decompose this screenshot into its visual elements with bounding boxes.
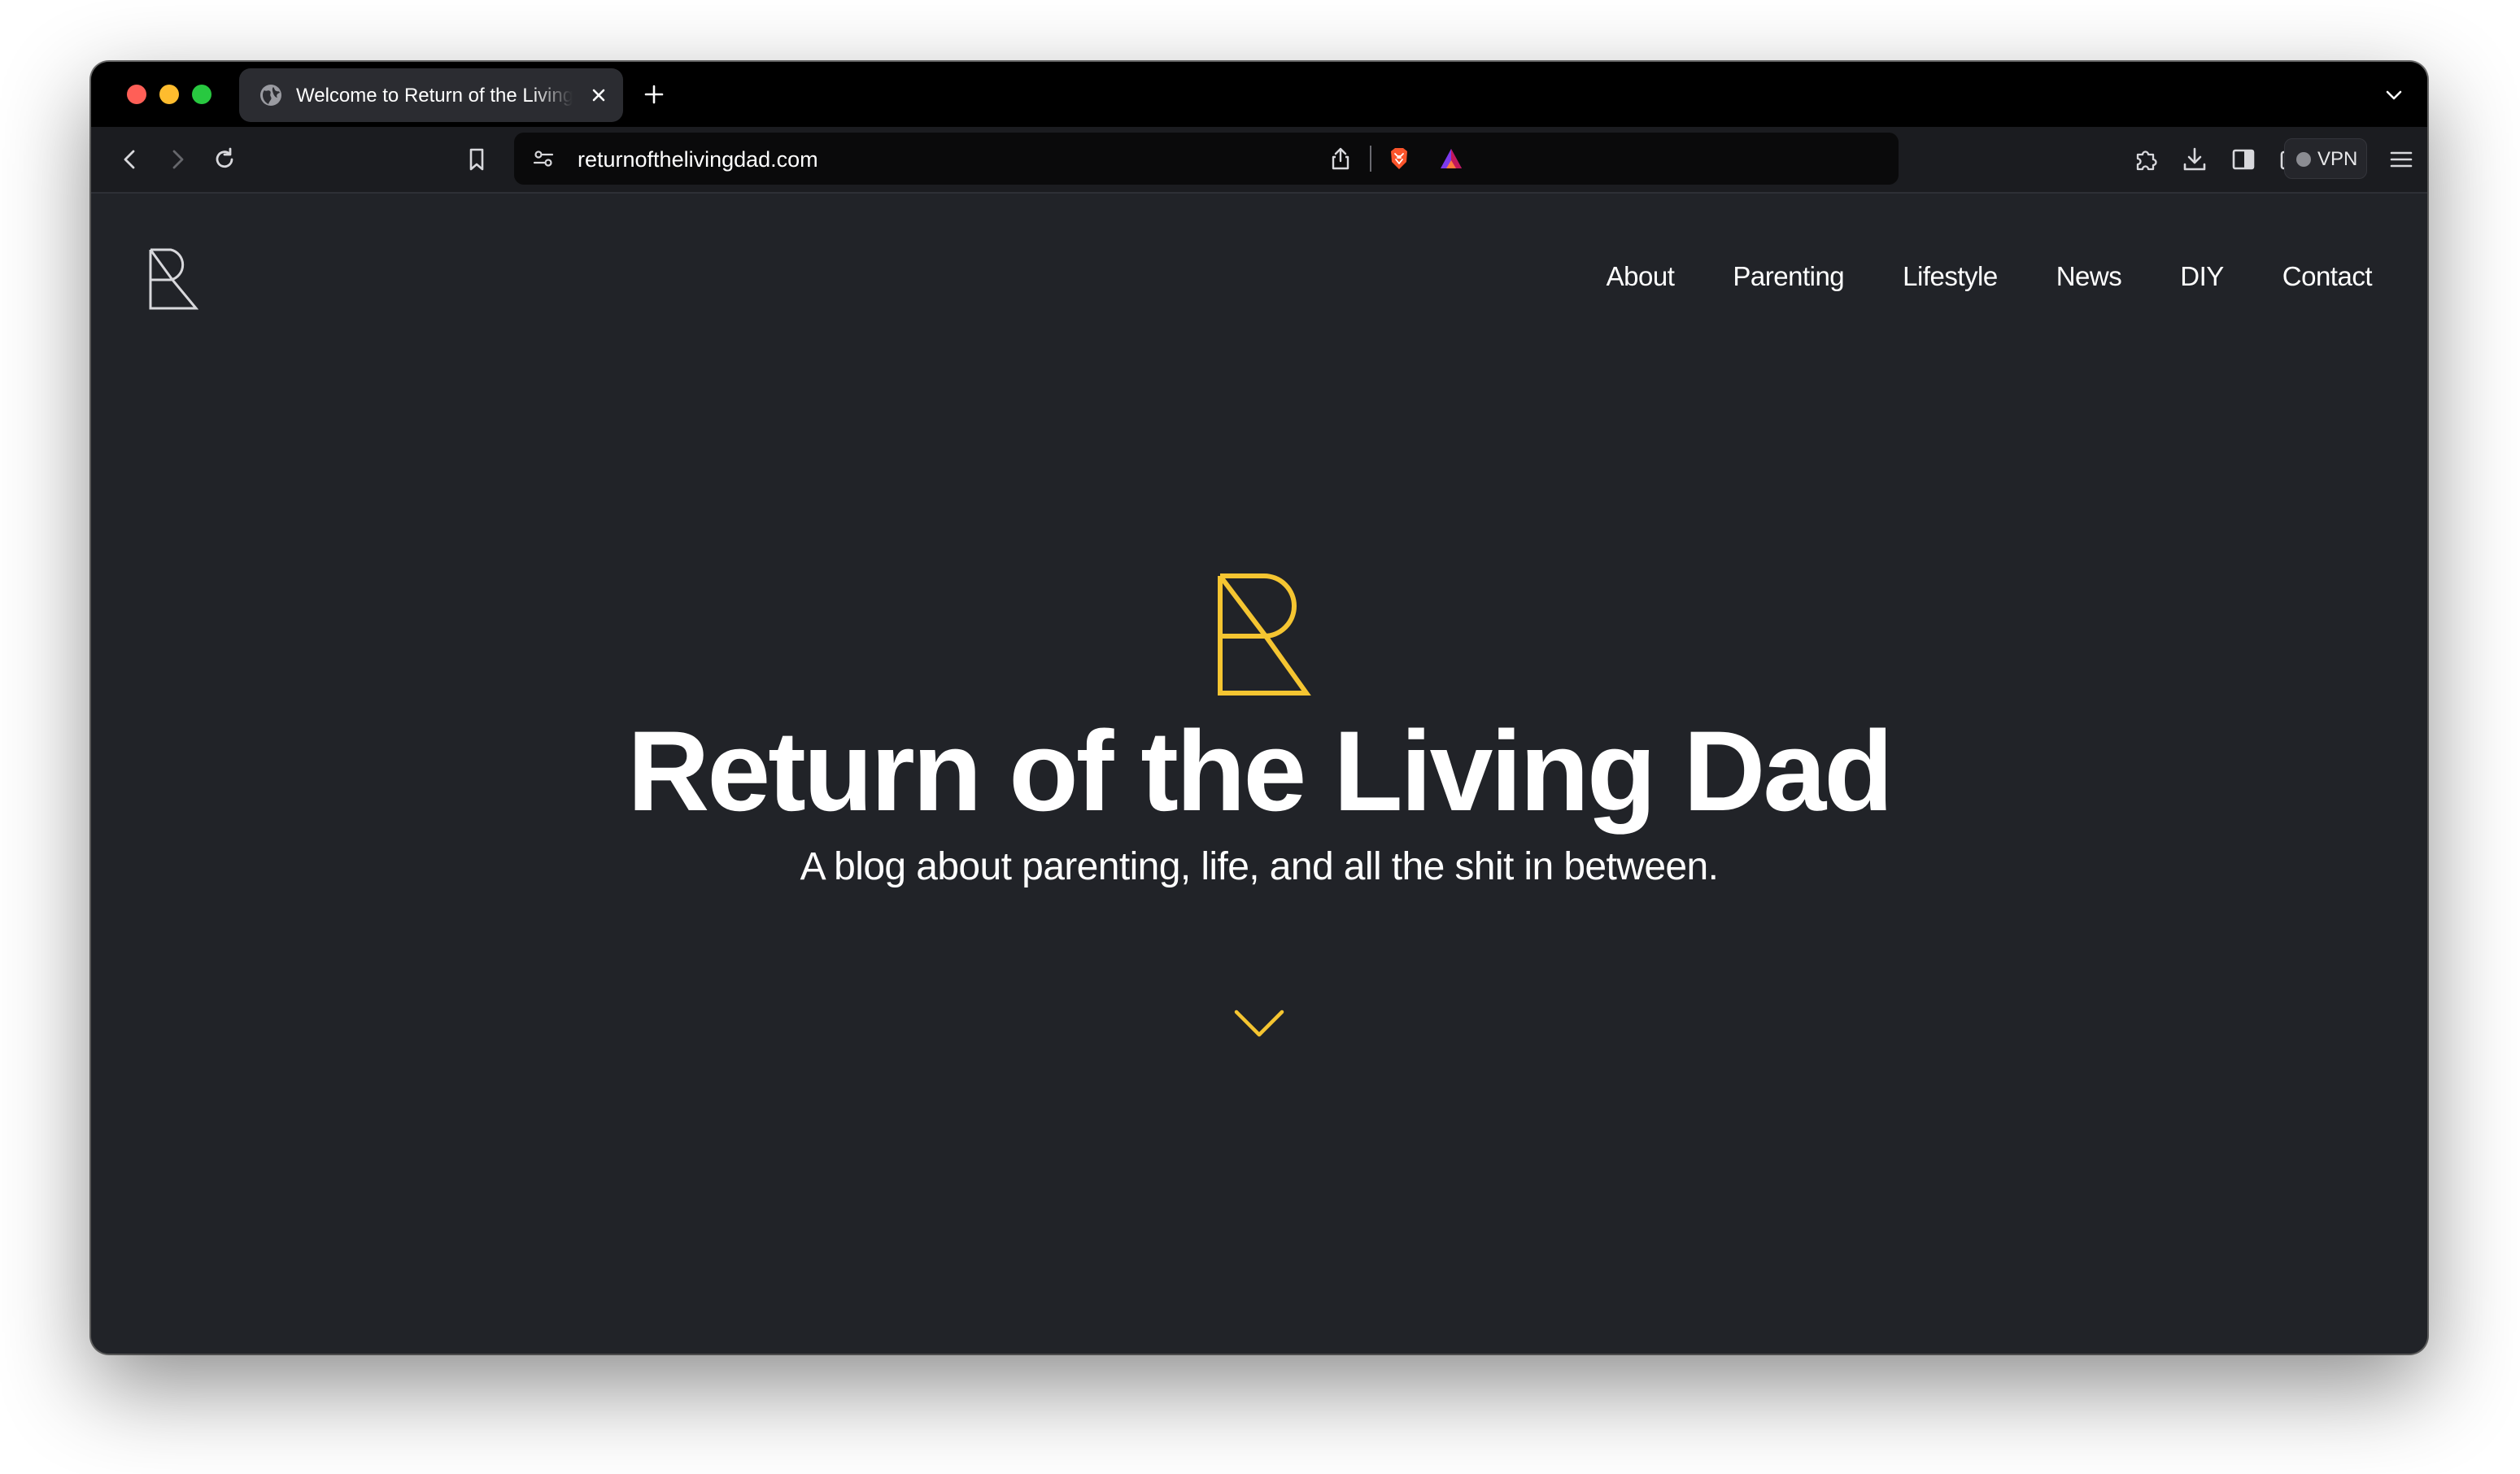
hamburger-menu-icon[interactable]	[2387, 145, 2416, 174]
browser-tab-active[interactable]: Welcome to Return of the Living Dad	[239, 68, 623, 122]
hero-subtitle: A blog about parenting, life, and all th…	[800, 845, 1719, 888]
hero-title: Return of the Living Dad	[627, 707, 1894, 835]
url-text[interactable]: returnofthelivingdad.com	[578, 146, 818, 172]
nav-diy[interactable]: DIY	[2180, 260, 2224, 293]
vpn-status-icon	[2296, 152, 2311, 167]
nav-parenting[interactable]: Parenting	[1733, 260, 1844, 293]
site-settings-icon[interactable]	[530, 146, 556, 172]
r-monogram-icon[interactable]	[148, 247, 198, 311]
close-window-button[interactable]	[127, 85, 146, 104]
nav-contact[interactable]: Contact	[2282, 260, 2373, 293]
reload-icon[interactable]	[210, 145, 239, 174]
web-page: About Parenting Lifestyle News DIY Conta…	[91, 194, 2427, 1354]
bookmark-icon[interactable]	[462, 145, 491, 174]
main-nav: About Parenting Lifestyle News DIY Conta…	[1548, 260, 2373, 293]
nav-news[interactable]: News	[2056, 260, 2122, 293]
globe-icon	[260, 85, 281, 106]
tab-title: Welcome to Return of the Living Dad	[296, 85, 573, 107]
close-tab-icon[interactable]	[587, 84, 610, 107]
vpn-label: VPN	[2317, 148, 2358, 170]
browser-window: Welcome to Return of the Living Dad	[91, 62, 2427, 1354]
downloads-icon[interactable]	[2180, 145, 2209, 174]
zoom-window-button[interactable]	[192, 85, 211, 104]
sidebar-toggle-icon[interactable]	[2229, 145, 2258, 174]
share-icon[interactable]	[1328, 146, 1354, 172]
address-bar[interactable]: returnofthelivingdad.com	[514, 133, 1899, 185]
forward-arrow-icon[interactable]	[163, 145, 192, 174]
nav-about[interactable]: About	[1607, 260, 1675, 293]
back-arrow-icon[interactable]	[116, 145, 145, 174]
nav-lifestyle[interactable]: Lifestyle	[1903, 260, 1998, 293]
browser-toolbar: returnofthelivingdad.com VPN	[91, 127, 2427, 194]
extensions-puzzle-icon[interactable]	[2131, 145, 2160, 174]
minimize-window-button[interactable]	[159, 85, 179, 104]
vpn-button[interactable]: VPN	[2284, 138, 2367, 179]
new-tab-icon[interactable]	[641, 81, 667, 107]
scroll-down-chevron-icon[interactable]	[1233, 1007, 1285, 1040]
chevron-down-icon[interactable]	[2383, 85, 2404, 106]
brave-rewards-icon[interactable]	[1438, 146, 1464, 172]
address-bar-divider	[1370, 146, 1371, 172]
hero-logo-icon	[1218, 573, 1311, 696]
brave-shields-icon[interactable]	[1386, 146, 1412, 172]
tab-strip: Welcome to Return of the Living Dad	[91, 62, 2427, 127]
